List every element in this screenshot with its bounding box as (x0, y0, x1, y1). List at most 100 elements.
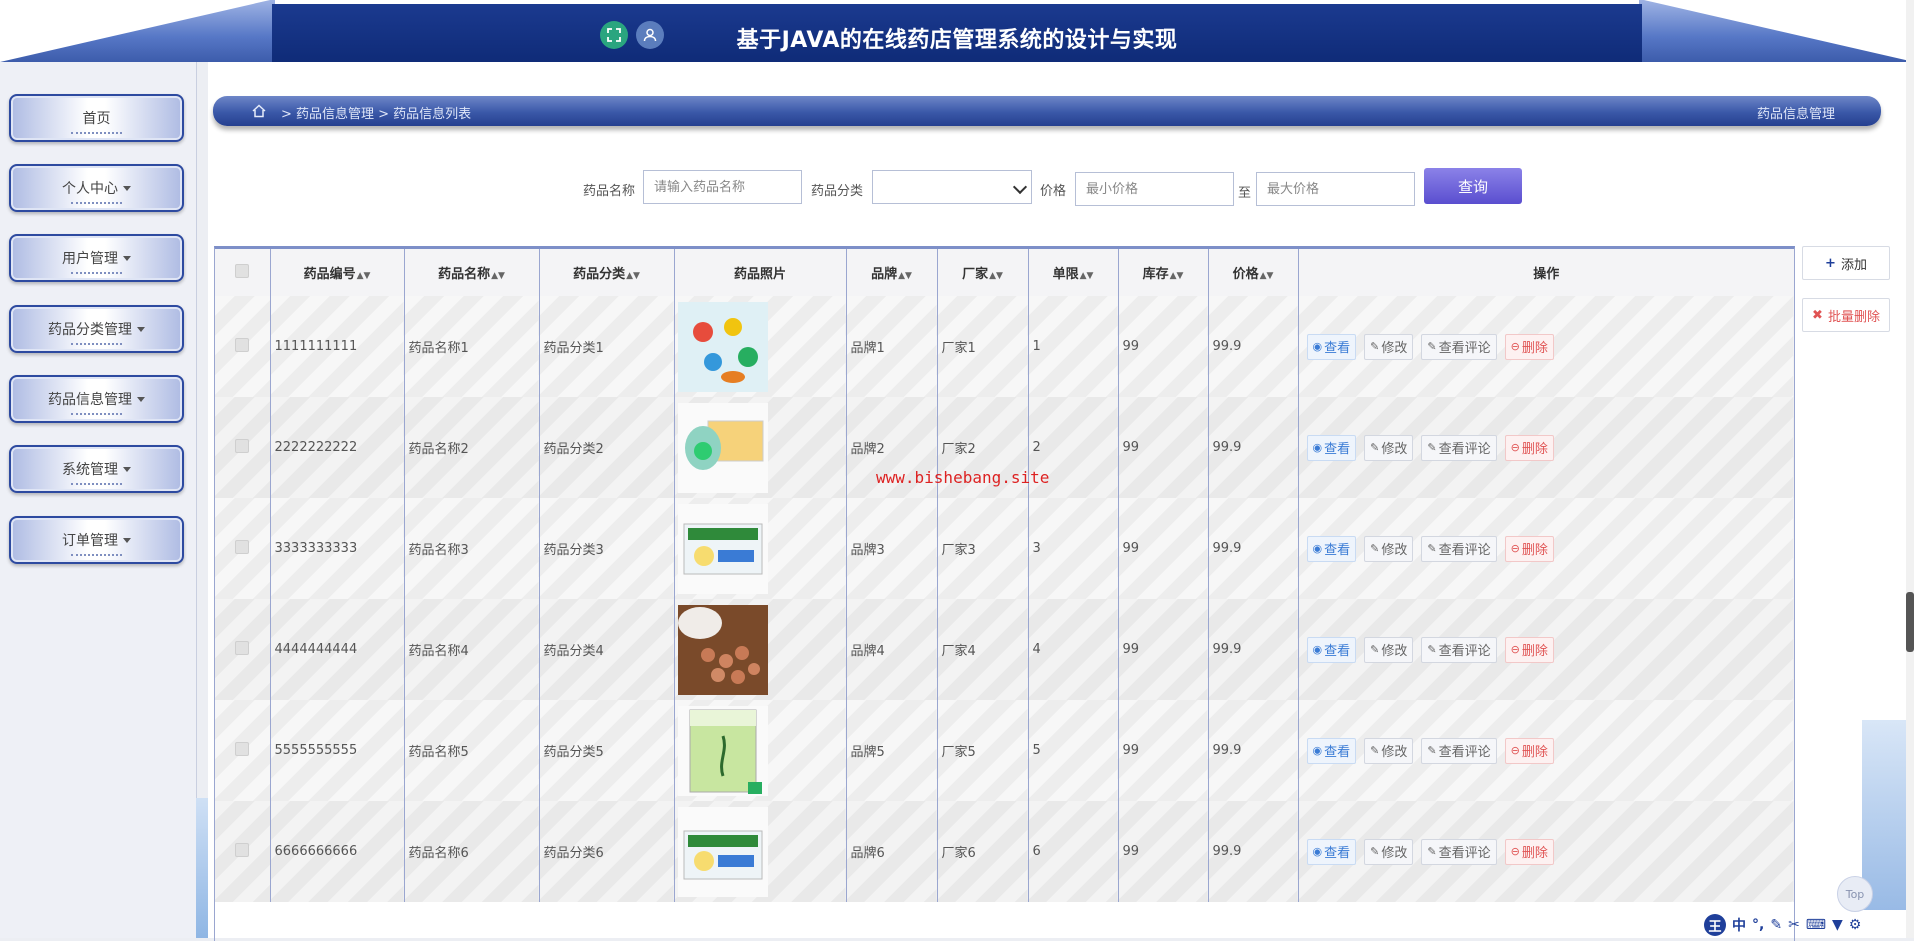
sidebar-item-order-management[interactable]: 订单管理 (9, 516, 184, 564)
sidebar-item-label: 首页 (82, 111, 111, 127)
edit-button[interactable]: ✎ 修改 (1364, 535, 1414, 562)
col-header-photo: 药品照片 (673, 249, 846, 296)
drug-photo[interactable] (677, 301, 768, 392)
delete-button[interactable]: ⊖ 删除 (1504, 636, 1554, 663)
col-header-name[interactable]: 药品名称▲▼ (403, 249, 539, 296)
ime-scissor-icon[interactable]: ✂ (1788, 917, 1800, 933)
row-checkbox[interactable] (215, 296, 270, 397)
ime-lang-toggle[interactable]: 中 (1732, 915, 1746, 935)
view-reviews-button[interactable]: ✎ 查看评论 (1421, 434, 1497, 461)
view-button[interactable]: ◉ 查看 (1306, 434, 1357, 461)
cell-actions: ◉ 查看 ✎ 修改 ✎ 查看评论 ⊖ 删除 (1297, 498, 1794, 599)
cell-category: 药品分类5 (538, 700, 674, 801)
sidebar-item-personal-center[interactable]: 个人中心 (9, 164, 184, 212)
sidebar-item-user-management[interactable]: 用户管理 (9, 234, 184, 282)
cell-brand: 品牌6 (845, 801, 937, 902)
min-price-input[interactable] (1075, 172, 1234, 206)
page-scrollbar[interactable] (1906, 0, 1914, 938)
col-header-stock[interactable]: 库存▲▼ (1117, 249, 1208, 296)
cell-photo (673, 599, 846, 700)
delete-button[interactable]: ⊖ 删除 (1504, 434, 1554, 461)
caret-down-icon (137, 326, 145, 332)
drug-photo[interactable] (677, 402, 768, 493)
col-header-price[interactable]: 价格▲▼ (1207, 249, 1298, 296)
ime-settings-icon[interactable]: ⚙ (1849, 917, 1862, 933)
query-button[interactable]: 查询 (1424, 168, 1522, 204)
cell-name: 药品名称4 (403, 599, 539, 700)
view-reviews-button[interactable]: ✎ 查看评论 (1421, 333, 1497, 360)
ime-pen-icon[interactable]: ✎ (1770, 917, 1782, 933)
col-header-category[interactable]: 药品分类▲▼ (538, 249, 674, 296)
delete-button[interactable]: ⊖ 删除 (1504, 535, 1554, 562)
view-button[interactable]: ◉ 查看 (1306, 535, 1357, 562)
edit-button[interactable]: ✎ 修改 (1364, 434, 1414, 461)
ime-logo-icon[interactable]: 王 (1704, 914, 1726, 936)
cell-limit: 6 (1027, 801, 1118, 902)
edit-button[interactable]: ✎ 修改 (1364, 333, 1414, 360)
cell-brand: 品牌5 (845, 700, 937, 801)
row-checkbox[interactable] (215, 498, 270, 599)
sidebar: 首页 个人中心 用户管理 药品分类管理 药品信息管理 系统管理 订单管理 (0, 62, 197, 938)
col-header-code[interactable]: 药品编号▲▼ (269, 249, 404, 296)
delete-button[interactable]: ⊖ 删除 (1504, 838, 1554, 865)
cell-maker: 厂家3 (936, 498, 1028, 599)
cell-code: 5555555555 (269, 700, 404, 801)
ime-skin-icon[interactable]: ▼ (1832, 917, 1843, 933)
select-all-checkbox[interactable] (215, 249, 270, 296)
col-header-brand[interactable]: 品牌▲▼ (845, 249, 937, 296)
drug-name-input[interactable] (643, 170, 802, 204)
pencil-icon: ✎ (1370, 744, 1380, 757)
back-to-top-button[interactable]: Top (1837, 876, 1873, 912)
cell-category: 药品分类6 (538, 801, 674, 902)
col-header-maker[interactable]: 厂家▲▼ (936, 249, 1028, 296)
drug-category-select[interactable] (872, 170, 1032, 204)
ime-keyboard-icon[interactable]: ⌨ (1806, 917, 1826, 933)
cell-maker: 厂家6 (936, 801, 1028, 902)
cell-limit: 3 (1027, 498, 1118, 599)
sidebar-item-home[interactable]: 首页 (9, 94, 184, 142)
cell-actions: ◉ 查看 ✎ 修改 ✎ 查看评论 ⊖ 删除 (1297, 296, 1794, 397)
view-button[interactable]: ◉ 查看 (1306, 737, 1357, 764)
drug-photo[interactable] (677, 806, 768, 897)
edit-button[interactable]: ✎ 修改 (1364, 737, 1414, 764)
delete-button[interactable]: ⊖ 删除 (1504, 737, 1554, 764)
max-price-input[interactable] (1256, 172, 1415, 206)
row-checkbox[interactable] (215, 397, 270, 498)
view-button[interactable]: ◉ 查看 (1306, 838, 1357, 865)
caret-down-icon (123, 255, 131, 261)
row-checkbox[interactable] (215, 700, 270, 801)
row-checkbox[interactable] (215, 599, 270, 700)
edit-button[interactable]: ✎ 修改 (1364, 636, 1414, 663)
edit-button[interactable]: ✎ 修改 (1364, 838, 1414, 865)
scroll-thumb[interactable] (1906, 592, 1914, 652)
sidebar-item-system-management[interactable]: 系统管理 (9, 445, 184, 493)
pencil-icon: ✎ (1370, 845, 1380, 858)
cell-brand: 品牌4 (845, 599, 937, 700)
cell-maker: 厂家4 (936, 599, 1028, 700)
ime-punct-icon[interactable]: °, (1752, 917, 1764, 933)
view-reviews-button[interactable]: ✎ 查看评论 (1421, 535, 1497, 562)
drug-photo[interactable] (677, 503, 768, 594)
cell-code: 2222222222 (269, 397, 404, 498)
sidebar-item-label: 用户管理 (62, 251, 118, 267)
home-icon[interactable] (251, 103, 267, 119)
view-reviews-button[interactable]: ✎ 查看评论 (1421, 636, 1497, 663)
cell-stock: 99 (1117, 700, 1208, 801)
cell-photo (673, 498, 846, 599)
view-reviews-button[interactable]: ✎ 查看评论 (1421, 737, 1497, 764)
row-checkbox[interactable] (215, 801, 270, 902)
view-button[interactable]: ◉ 查看 (1306, 636, 1357, 663)
batch-delete-button[interactable]: ✖ 批量删除 (1802, 298, 1890, 332)
view-reviews-button[interactable]: ✎ 查看评论 (1421, 838, 1497, 865)
drug-photo[interactable] (677, 604, 768, 695)
cell-price: 99.9 (1207, 296, 1298, 397)
cell-price: 99.9 (1207, 498, 1298, 599)
add-button[interactable]: + 添加 (1802, 246, 1890, 280)
drug-photo[interactable] (677, 705, 768, 796)
sidebar-item-label: 个人中心 (62, 181, 118, 197)
col-header-limit[interactable]: 单限▲▼ (1027, 249, 1118, 296)
sidebar-item-category-management[interactable]: 药品分类管理 (9, 305, 184, 353)
sidebar-item-drug-management[interactable]: 药品信息管理 (9, 375, 184, 423)
view-button[interactable]: ◉ 查看 (1306, 333, 1357, 360)
delete-button[interactable]: ⊖ 删除 (1504, 333, 1554, 360)
